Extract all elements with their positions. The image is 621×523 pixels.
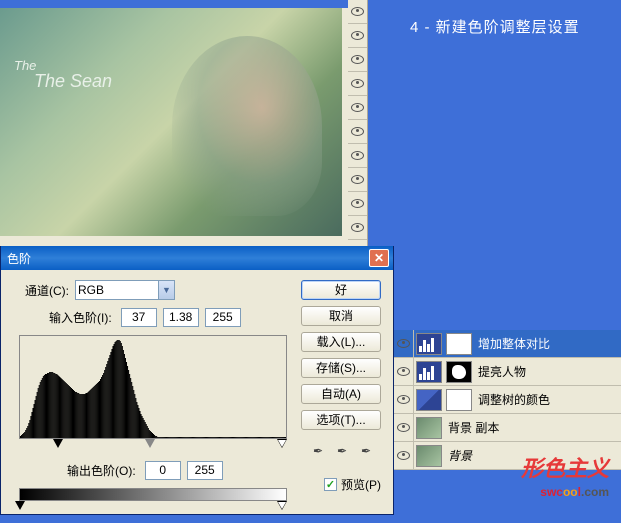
eye-icon [351, 223, 364, 232]
layer-thumb [416, 417, 442, 439]
layer-row[interactable]: 调整树的颜色 [394, 386, 621, 414]
input-slider-track[interactable] [19, 439, 287, 451]
eye-toggle[interactable] [348, 0, 367, 24]
canvas-text-line2: The Sean [34, 71, 112, 92]
auto-button[interactable]: 自动(A) [301, 384, 381, 404]
eye-icon [397, 339, 410, 348]
levels-dialog: 色阶 ✕ 通道(C): RGB ▼ 输入色阶(I): 37 1.38 255 [0, 246, 394, 515]
midtone-slider[interactable] [145, 439, 155, 448]
adjustment-thumb [416, 333, 442, 355]
histogram-bars [20, 336, 286, 438]
eye-icon [351, 55, 364, 64]
adjustment-thumb [416, 389, 442, 411]
eye-icon [351, 199, 364, 208]
white-point-dropper-icon[interactable]: ✒ [361, 444, 377, 460]
layer-thumb [416, 445, 442, 467]
eye-toggle[interactable] [348, 72, 367, 96]
histogram [19, 335, 287, 439]
input-mid-field[interactable]: 1.38 [163, 308, 199, 327]
layer-name: 增加整体对比 [478, 335, 550, 352]
eye-toggle[interactable] [394, 442, 414, 470]
tutorial-annotation: 4 - 新建色阶调整层设置 [410, 16, 580, 37]
input-levels-label: 输入色阶(I): [49, 309, 112, 326]
eye-icon [351, 7, 364, 16]
mask-thumb [446, 333, 472, 355]
output-slider-track[interactable] [19, 501, 287, 513]
gray-point-dropper-icon[interactable]: ✒ [337, 444, 353, 460]
layer-row[interactable]: 提亮人物 [394, 358, 621, 386]
preview-checkbox[interactable]: ✓ [324, 478, 337, 491]
output-hi-slider[interactable] [277, 501, 287, 510]
eye-toggle[interactable] [348, 216, 367, 240]
layer-name: 背景 副本 [448, 419, 499, 436]
eye-toggle[interactable] [394, 386, 414, 414]
eye-icon [351, 151, 364, 160]
close-button[interactable]: ✕ [369, 249, 389, 267]
watermark-url: swcool.com [521, 483, 609, 499]
eye-toggle[interactable] [348, 96, 367, 120]
eye-icon [351, 103, 364, 112]
layer-row[interactable]: 增加整体对比 [394, 330, 621, 358]
load-button[interactable]: 载入(L)... [301, 332, 381, 352]
eye-icon [351, 79, 364, 88]
ok-button[interactable]: 好 [301, 280, 381, 300]
channel-label: 通道(C): [25, 282, 69, 299]
eye-icon [351, 175, 364, 184]
cancel-button[interactable]: 取消 [301, 306, 381, 326]
eye-toggle[interactable] [394, 330, 414, 358]
canvas-figure [172, 36, 322, 216]
output-lo-slider[interactable] [15, 501, 25, 510]
shadow-slider[interactable] [53, 439, 63, 448]
watermark-cn: 形色主义 [521, 451, 609, 483]
watermark: 形色主义 swcool.com [521, 451, 609, 499]
mask-thumb [446, 389, 472, 411]
eye-icon [351, 127, 364, 136]
eye-toggle[interactable] [348, 192, 367, 216]
layer-name: 提亮人物 [478, 363, 526, 380]
chevron-down-icon: ▼ [158, 281, 174, 299]
save-button[interactable]: 存储(S)... [301, 358, 381, 378]
output-lo-field[interactable]: 0 [145, 461, 181, 480]
layer-name: 背景 [448, 447, 472, 464]
dialog-title-text: 色阶 [7, 250, 31, 267]
eye-icon [397, 367, 410, 376]
input-highlight-field[interactable]: 255 [205, 308, 241, 327]
canvas-image: The The Sean [0, 8, 342, 236]
highlight-slider[interactable] [277, 439, 287, 448]
dialog-titlebar[interactable]: 色阶 ✕ [1, 246, 393, 270]
eye-toggle[interactable] [394, 414, 414, 442]
eye-toggle[interactable] [348, 48, 367, 72]
eye-toggle[interactable] [348, 144, 367, 168]
eye-toggle[interactable] [348, 120, 367, 144]
layer-row[interactable]: 背景 副本 [394, 414, 621, 442]
document-canvas: The The Sean [0, 8, 348, 246]
adjustment-thumb [416, 361, 442, 383]
channel-select[interactable]: RGB ▼ [75, 280, 175, 300]
layer-name: 调整树的颜色 [478, 391, 550, 408]
black-point-dropper-icon[interactable]: ✒ [313, 444, 329, 460]
eye-icon [351, 31, 364, 40]
output-hi-field[interactable]: 255 [187, 461, 223, 480]
eyedropper-group: ✒ ✒ ✒ [313, 444, 377, 460]
eye-icon [397, 423, 410, 432]
eye-toggle[interactable] [348, 168, 367, 192]
eye-toggle[interactable] [394, 358, 414, 386]
layers-panel: 增加整体对比 提亮人物 调整树的颜色 背景 副本 背景 [394, 330, 621, 470]
close-icon: ✕ [374, 251, 384, 265]
eye-toggle[interactable] [348, 24, 367, 48]
canvas-overlay-text: The The Sean [14, 58, 112, 92]
eye-icon [397, 451, 410, 460]
output-gradient [19, 488, 287, 501]
channel-value: RGB [78, 283, 104, 297]
mask-thumb [446, 361, 472, 383]
output-levels-label: 输出色阶(O): [67, 462, 136, 479]
preview-label: 预览(P) [341, 476, 381, 493]
options-button[interactable]: 选项(T)... [301, 410, 381, 430]
eye-icon [397, 395, 410, 404]
input-shadow-field[interactable]: 37 [121, 308, 157, 327]
